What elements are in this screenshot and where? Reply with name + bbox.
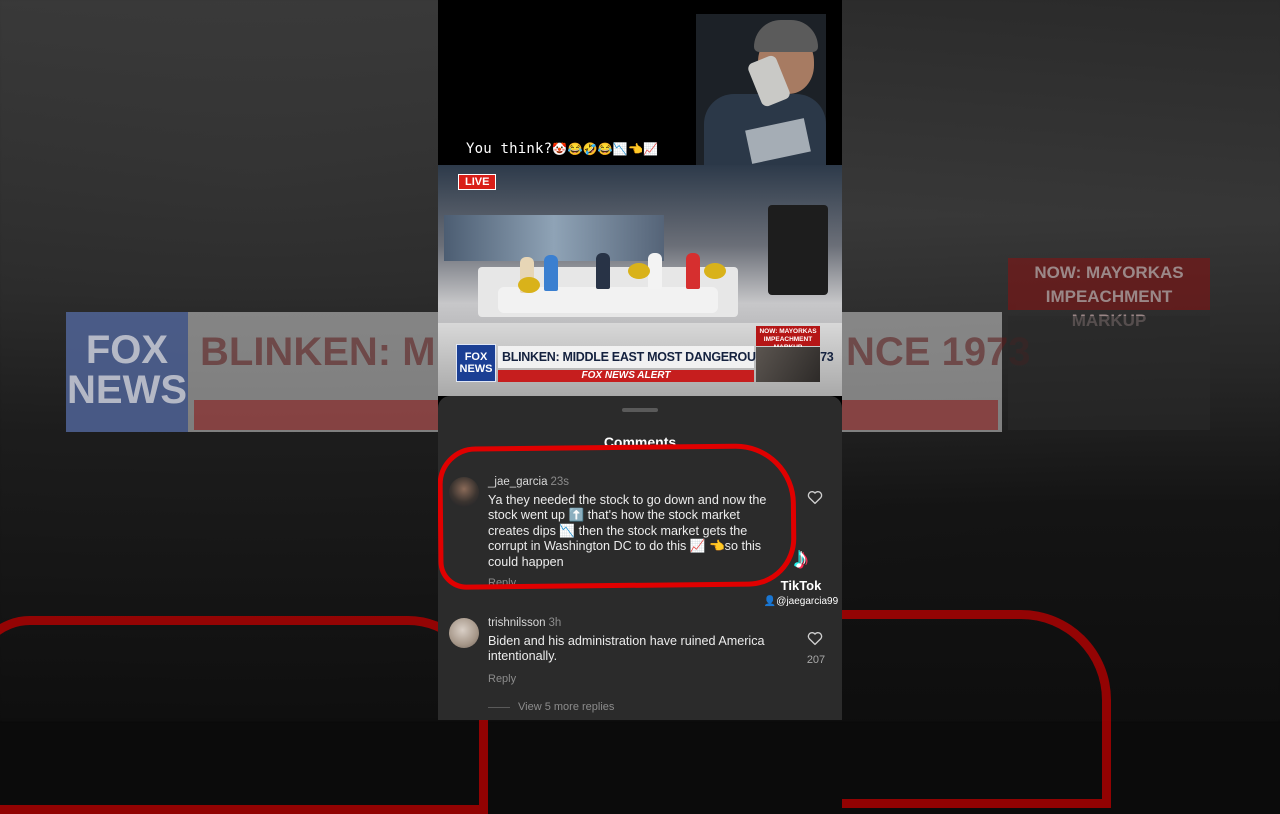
sheet-drag-handle[interactable] xyxy=(622,408,658,412)
live-badge: LIVE xyxy=(458,174,497,190)
video-caption: You think?🤡😂🤣😂📉👈📈 xyxy=(466,141,658,157)
video-frame: You think?🤡😂🤣😂📉👈📈 LIVE FOX NEWS BLINKEN:… xyxy=(438,0,842,720)
inset-image xyxy=(756,347,820,382)
like-count: 207 xyxy=(806,654,826,666)
background-highlight-ring-right xyxy=(842,610,1111,808)
avatar[interactable] xyxy=(449,618,479,648)
background-now-banner: NOW: MAYORKAS IMPEACHMENT MARKUP xyxy=(1008,258,1210,330)
background-fox-logo: FOX NEWS xyxy=(66,312,188,432)
tiktok-logo-icon: ♪ xyxy=(793,542,809,575)
tiktok-watermark: ♪ TikTok 👤@jaegarcia99 xyxy=(760,542,842,608)
creator-greenscreen-image xyxy=(696,14,826,190)
background-alert-bar-left xyxy=(194,400,438,430)
heart-icon[interactable] xyxy=(806,629,824,647)
caption-text: You think? xyxy=(466,141,553,157)
user-icon: 👤 xyxy=(763,596,777,607)
background-headline-right: NCE 1973 xyxy=(846,330,1031,374)
highlight-circle-annotation xyxy=(438,443,797,590)
tiktok-handle: 👤@jaegarcia99 xyxy=(763,596,839,607)
fox-news-logo: FOX NEWS xyxy=(456,344,496,382)
comment-time: 3h xyxy=(548,617,562,629)
news-headline: BLINKEN: MIDDLE EAST MOST DANGEROUS SINC… xyxy=(498,346,834,368)
comment-username[interactable]: trishnilsson 3h xyxy=(488,617,561,629)
view-more-replies-button[interactable]: View 5 more replies xyxy=(488,701,614,713)
background-inset-image xyxy=(1008,316,1210,430)
news-alert-bar: FOX NEWS ALERT xyxy=(498,370,754,382)
comment-text: Biden and his administration have ruined… xyxy=(488,634,765,664)
now-banner: NOW: MAYORKAS IMPEACHMENT MARKUP xyxy=(756,326,820,351)
background-alert-bar-right xyxy=(842,400,998,430)
caption-emojis: 🤡😂🤣😂📉👈📈 xyxy=(552,142,659,156)
tiktok-brand: TikTok xyxy=(780,578,822,593)
heart-icon[interactable] xyxy=(806,488,824,506)
reply-button[interactable]: Reply xyxy=(488,673,516,685)
background-highlight-ring-left xyxy=(0,616,488,814)
news-lower-third: FOX NEWS BLINKEN: MIDDLE EAST MOST DANGE… xyxy=(456,326,834,384)
video-player[interactable]: You think?🤡😂🤣😂📉👈📈 LIVE FOX NEWS BLINKEN:… xyxy=(438,0,842,396)
